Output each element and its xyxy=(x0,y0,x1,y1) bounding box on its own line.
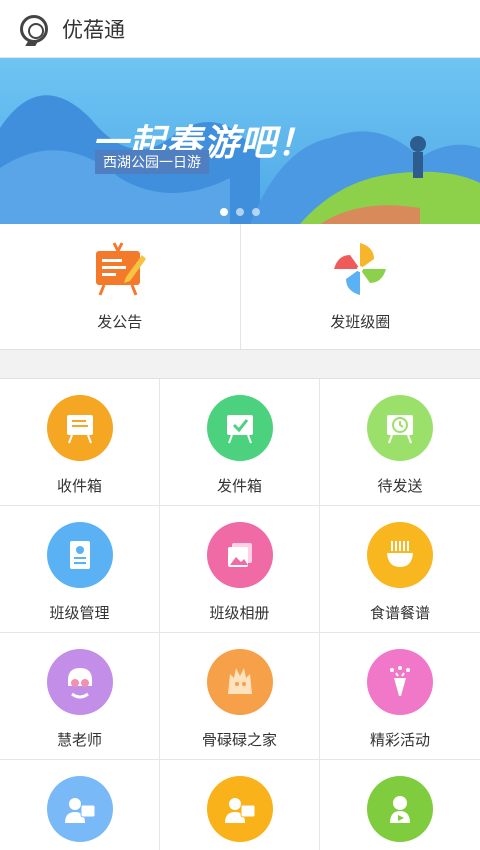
grid-item-label: 食谱餐谱 xyxy=(369,604,430,622)
carousel-indicator xyxy=(220,208,260,216)
noodle-bowl-icon xyxy=(367,522,433,588)
grid-item-label: 发件箱 xyxy=(216,477,262,495)
grid-item-teacher-card[interactable] xyxy=(160,760,320,850)
app-logo-icon xyxy=(20,14,48,43)
student-card-icon xyxy=(46,776,113,842)
grid-item-pending[interactable]: 待发送 xyxy=(320,379,480,506)
outbox-check-icon xyxy=(206,395,273,461)
feature-grid: 收件箱 发件箱 待发送 班级管理 班级相册 食谱餐谱 慧老师 骨碌碌之家 精彩活… xyxy=(0,378,480,850)
grid-item-activities[interactable]: 精彩活动 xyxy=(320,633,480,760)
banner-subtitle: 西湖公园一日游 xyxy=(95,150,209,174)
grid-item-menu[interactable]: 食谱餐谱 xyxy=(320,506,480,633)
grid-item-inbox[interactable]: 收件箱 xyxy=(0,379,160,506)
section-divider xyxy=(0,350,480,378)
id-badge-icon xyxy=(46,522,113,588)
post-class-circle-button[interactable]: 发班级圈 xyxy=(239,224,480,349)
app-header: 优蓓通 xyxy=(0,0,480,58)
teacher-avatar-icon xyxy=(46,649,113,715)
photo-album-icon xyxy=(206,522,273,588)
post-announcement-button[interactable]: 发公告 xyxy=(0,224,240,349)
promo-banner[interactable]: 一起春游吧！ 西湖公园一日游 xyxy=(0,58,480,224)
video-mascot-icon xyxy=(367,776,433,842)
inbox-board-icon xyxy=(46,395,113,461)
party-popper-icon xyxy=(367,649,433,715)
grid-item-label: 慧老师 xyxy=(56,731,102,749)
app-title: 优蓓通 xyxy=(62,17,125,42)
post-class-circle-label: 发班级圈 xyxy=(330,313,391,331)
post-announcement-label: 发公告 xyxy=(97,313,143,331)
announcement-board-icon xyxy=(92,241,148,301)
grid-item-label: 待发送 xyxy=(377,477,423,495)
teacher-card-icon xyxy=(206,776,273,842)
clock-board-icon xyxy=(367,395,433,461)
grid-item-label: 精彩活动 xyxy=(369,731,430,749)
grid-item-smart-teacher[interactable]: 慧老师 xyxy=(0,633,160,760)
hedgehog-icon xyxy=(206,649,273,715)
grid-item-student-card[interactable] xyxy=(0,760,160,850)
grid-item-label: 班级相册 xyxy=(209,604,270,622)
grid-item-label: 收件箱 xyxy=(56,477,102,495)
grid-item-video[interactable] xyxy=(320,760,480,850)
grid-item-outbox[interactable]: 发件箱 xyxy=(160,379,320,506)
grid-item-class-album[interactable]: 班级相册 xyxy=(160,506,320,633)
quick-actions: 发公告 发班级圈 xyxy=(0,224,480,350)
carousel-dot[interactable] xyxy=(220,208,228,216)
grid-item-label: 骨碌碌之家 xyxy=(201,731,277,749)
carousel-dot[interactable] xyxy=(236,208,244,216)
carousel-dot[interactable] xyxy=(252,208,260,216)
pinwheel-icon xyxy=(332,241,388,301)
grid-item-label: 班级管理 xyxy=(49,604,110,622)
grid-item-class-management[interactable]: 班级管理 xyxy=(0,506,160,633)
grid-item-gululu-home[interactable]: 骨碌碌之家 xyxy=(160,633,320,760)
